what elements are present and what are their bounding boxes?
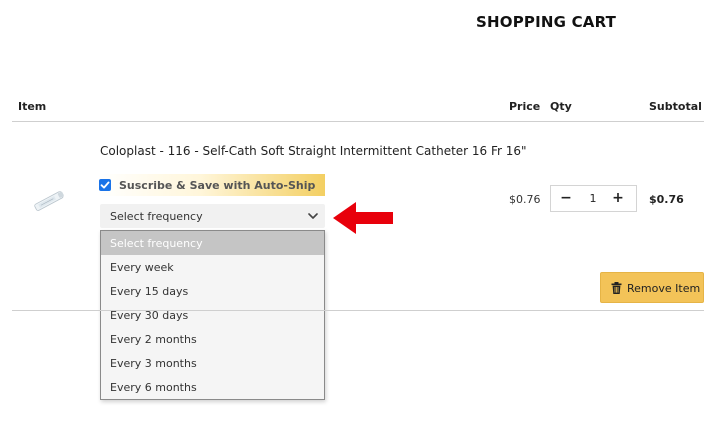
dropdown-option-every-week[interactable]: Every week bbox=[101, 255, 324, 279]
dropdown-option-select-frequency[interactable]: Select frequency bbox=[101, 231, 324, 255]
frequency-dropdown-list: Select frequency Every week Every 15 day… bbox=[100, 230, 325, 400]
column-header-price: Price bbox=[509, 100, 541, 113]
item-price: $0.76 bbox=[509, 193, 541, 206]
quantity-increase-button[interactable]: + bbox=[611, 190, 625, 206]
dropdown-option-every-3-months[interactable]: Every 3 months bbox=[101, 351, 324, 375]
autoship-checkbox[interactable] bbox=[99, 179, 111, 191]
autoship-option: Suscribe & Save with Auto-Ship bbox=[98, 174, 325, 196]
header-divider bbox=[12, 121, 704, 122]
frequency-select[interactable]: Select frequency bbox=[100, 204, 325, 228]
autoship-label[interactable]: Suscribe & Save with Auto-Ship bbox=[119, 179, 315, 192]
item-subtotal: $0.76 bbox=[649, 193, 684, 206]
dropdown-option-every-30-days[interactable]: Every 30 days bbox=[101, 303, 324, 327]
red-arrow-annotation bbox=[333, 202, 393, 234]
dropdown-option-every-2-months[interactable]: Every 2 months bbox=[101, 327, 324, 351]
product-name[interactable]: Coloplast - 116 - Self-Cath Soft Straigh… bbox=[100, 144, 527, 158]
quantity-value[interactable]: 1 bbox=[586, 192, 600, 205]
dropdown-option-every-15-days[interactable]: Every 15 days bbox=[101, 279, 324, 303]
row-divider bbox=[12, 310, 704, 311]
checkmark-icon bbox=[100, 181, 110, 189]
remove-item-button[interactable]: Remove Item bbox=[600, 272, 704, 303]
chevron-down-icon bbox=[308, 213, 318, 219]
column-header-subtotal: Subtotal bbox=[649, 100, 702, 113]
quantity-decrease-button[interactable]: − bbox=[560, 190, 572, 206]
remove-item-label: Remove Item bbox=[627, 282, 701, 295]
dropdown-option-every-6-months[interactable]: Every 6 months bbox=[101, 375, 324, 399]
frequency-select-value: Select frequency bbox=[110, 210, 203, 223]
column-header-item: Item bbox=[18, 100, 47, 113]
product-image[interactable] bbox=[30, 186, 70, 216]
quantity-stepper: − 1 + bbox=[550, 185, 637, 212]
trash-icon bbox=[611, 282, 622, 294]
column-header-qty: Qty bbox=[550, 100, 572, 113]
page-title: SHOPPING CART bbox=[476, 13, 617, 31]
